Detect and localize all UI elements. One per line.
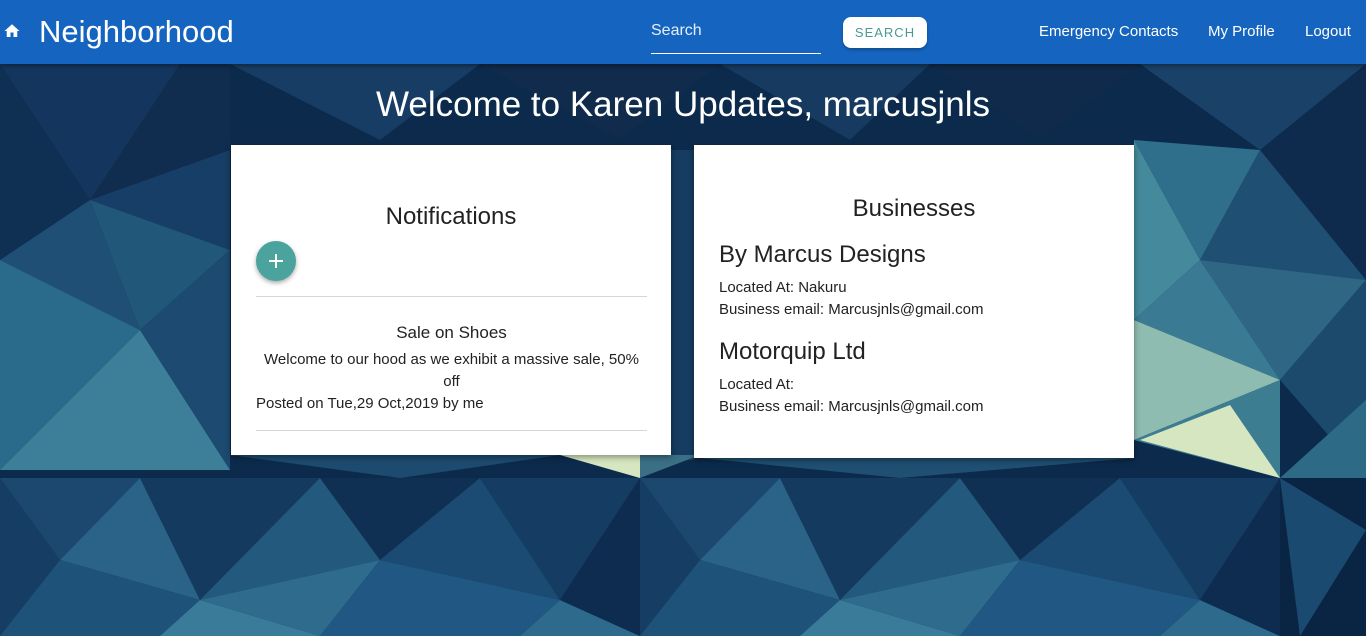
notification-meta: Posted on Tue,29 Oct,2019 by me (256, 395, 484, 412)
business-location: Located At: (719, 376, 795, 393)
business-email: Business email: Marcusjnls@gmail.com (719, 301, 984, 318)
brand-title[interactable]: Neighborhood (39, 13, 234, 51)
add-notification-button[interactable] (256, 241, 296, 281)
page-title: Welcome to Karen Updates, marcusjnls (375, 85, 991, 124)
search-button[interactable]: SEARCH (843, 17, 927, 48)
nav-my-profile[interactable]: My Profile (1208, 23, 1275, 41)
search-input[interactable] (651, 14, 821, 54)
notifications-title: Notifications (385, 203, 517, 230)
business-email: Business email: Marcusjnls@gmail.com (719, 398, 984, 415)
top-navbar: Neighborhood SEARCH Emergency Contacts M… (0, 0, 1366, 64)
divider (256, 430, 647, 431)
nav-logout[interactable]: Logout (1305, 23, 1351, 41)
home-icon[interactable] (3, 22, 21, 40)
notifications-card: Notifications Sale on Shoes Welcome to o… (231, 145, 671, 455)
notification-title: Sale on Shoes (396, 323, 507, 342)
notification-body: Welcome to our hood as we exhibit a mass… (264, 351, 639, 390)
nav-emergency-contacts[interactable]: Emergency Contacts (1039, 23, 1178, 41)
plus-icon (269, 254, 283, 268)
business-location: Located At: Nakuru (719, 279, 847, 296)
business-name: By Marcus Designs (719, 241, 926, 268)
divider (256, 296, 647, 297)
business-name: Motorquip Ltd (719, 338, 866, 365)
businesses-title: Businesses (852, 195, 976, 222)
businesses-card: Businesses By Marcus Designs Located At:… (694, 145, 1134, 458)
